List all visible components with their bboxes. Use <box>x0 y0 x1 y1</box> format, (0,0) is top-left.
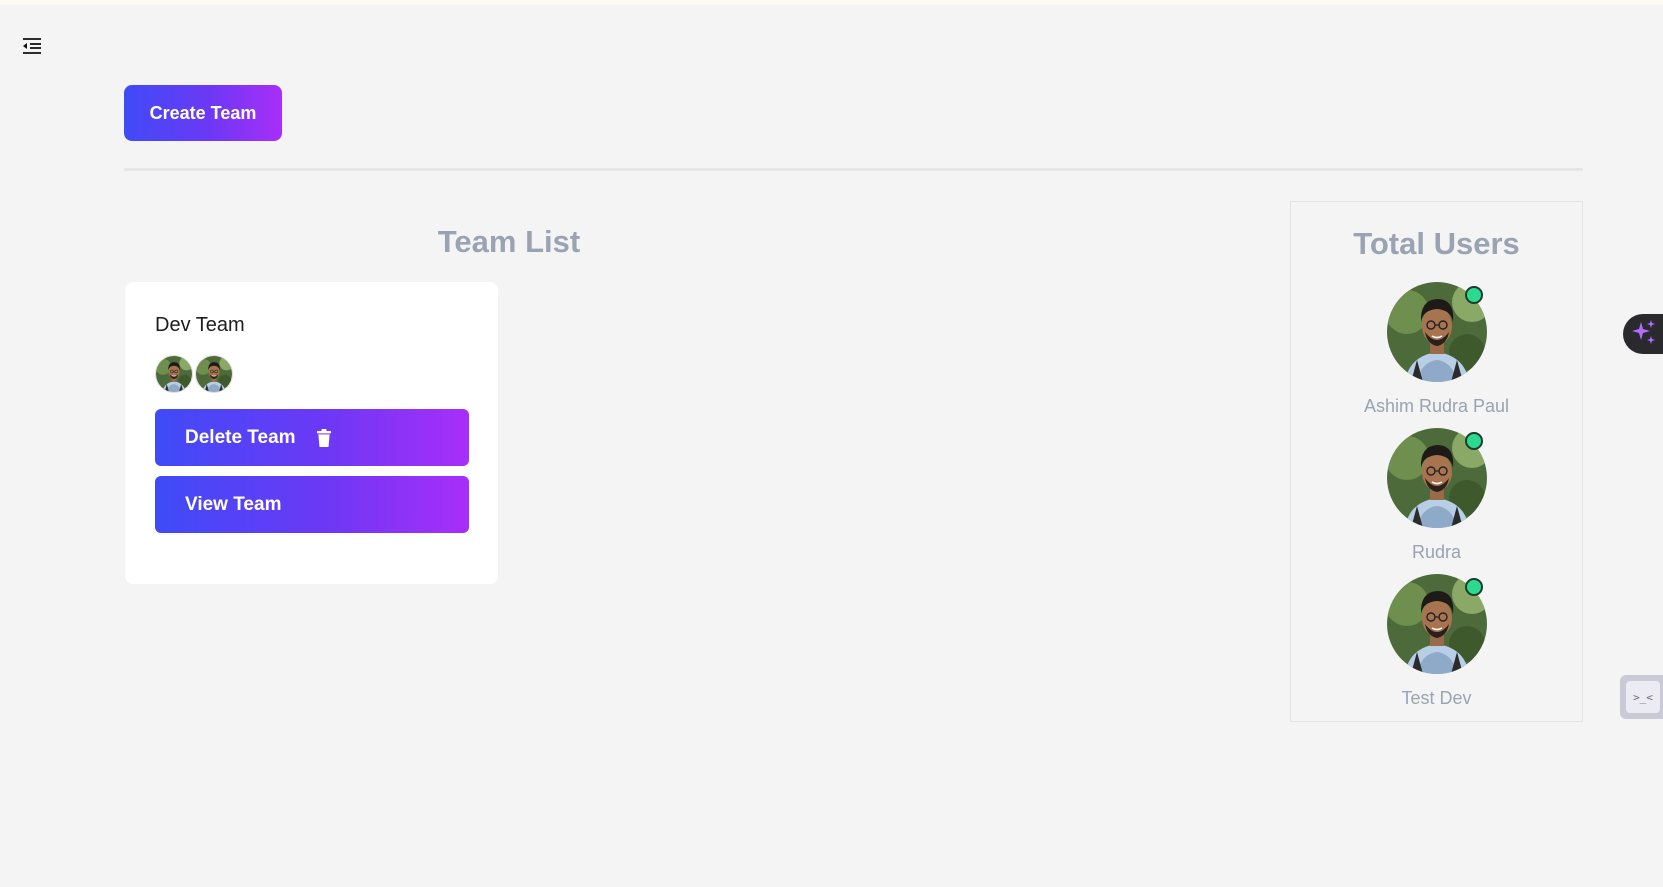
top-strip <box>0 0 1663 5</box>
user-item[interactable]: Test Dev <box>1291 574 1582 714</box>
user-name: Ashim Rudra Paul <box>1363 396 1510 416</box>
member-avatar <box>155 355 193 393</box>
team-member-avatars <box>155 355 233 393</box>
member-avatar <box>195 355 233 393</box>
user-item[interactable]: Ashim Rudra Paul <box>1291 282 1582 422</box>
total-users-title: Total Users <box>1353 226 1520 261</box>
user-name: Rudra <box>1411 542 1462 562</box>
view-team-label: View Team <box>185 493 282 515</box>
online-status-dot <box>1465 286 1483 304</box>
ai-assistant-button[interactable] <box>1623 314 1663 354</box>
delete-team-button[interactable]: Delete Team <box>155 409 469 466</box>
delete-team-label: Delete Team <box>185 426 296 448</box>
team-name: Dev Team <box>155 314 245 336</box>
total-users-panel: Total Users Ashim Rudra Paul Rudra Test … <box>1290 201 1583 722</box>
team-card: Dev Team Delete Team View Team <box>125 282 498 584</box>
online-status-dot <box>1465 432 1483 450</box>
create-team-button[interactable]: Create Team <box>124 85 282 141</box>
trash-icon <box>316 428 332 447</box>
user-item[interactable]: Rudra <box>1291 428 1582 568</box>
sparkle-icon <box>1631 319 1657 350</box>
indent-menu-icon[interactable] <box>20 34 44 58</box>
console-button[interactable]: >_< <box>1620 675 1663 719</box>
console-icon: >_< <box>1626 681 1660 713</box>
team-list-title: Team List <box>437 224 581 259</box>
online-status-dot <box>1465 578 1483 596</box>
divider <box>124 168 1583 171</box>
user-name: Test Dev <box>1401 688 1472 708</box>
view-team-button[interactable]: View Team <box>155 476 469 533</box>
